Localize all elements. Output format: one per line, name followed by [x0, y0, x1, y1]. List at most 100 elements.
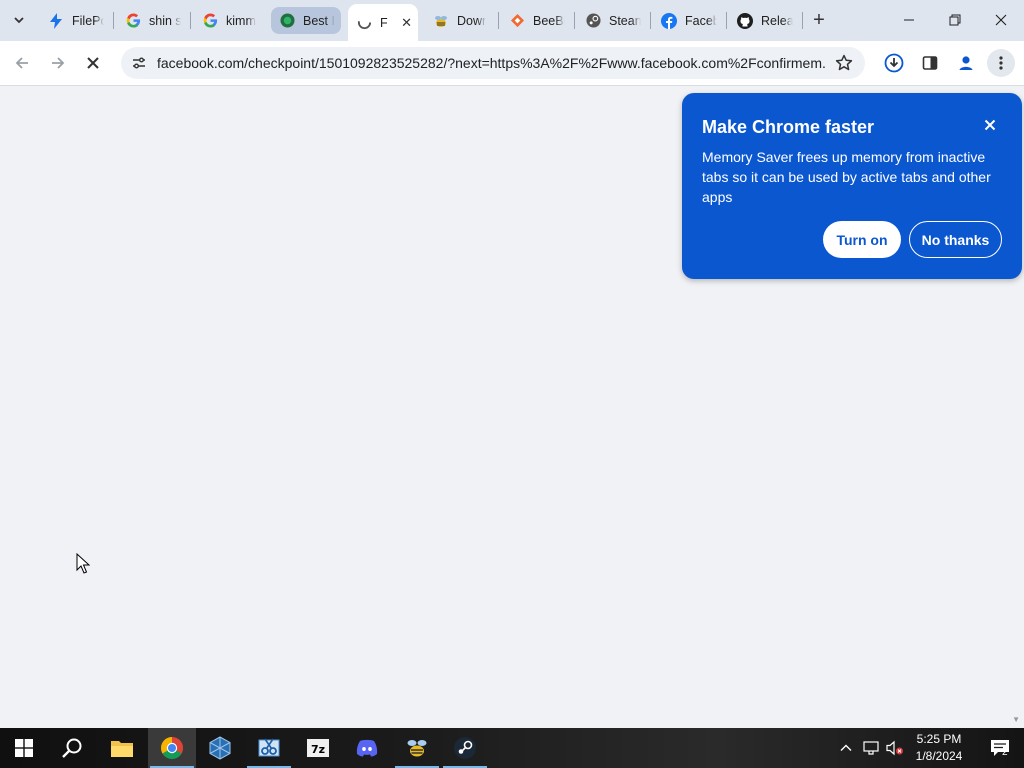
notification-count-badge: 2 — [1002, 747, 1008, 758]
github-icon — [737, 12, 753, 29]
close-icon — [87, 57, 99, 69]
taskbar-clock[interactable]: 5:25 PM 1/8/2024 — [906, 731, 972, 765]
star-icon — [835, 54, 853, 71]
avatar-icon — [959, 56, 973, 70]
taskbar-bee-app[interactable] — [393, 728, 441, 768]
taskbar-search-button[interactable] — [48, 728, 96, 768]
tab-filepond[interactable]: FilePo — [40, 6, 110, 35]
address-bar[interactable]: facebook.com/checkpoint/1501092823525282… — [121, 47, 865, 79]
virtualbox-icon — [209, 736, 231, 760]
tab-separator — [498, 12, 499, 29]
taskbar-file-explorer[interactable] — [98, 728, 146, 768]
tab-title: BeeBi — [533, 13, 565, 28]
taskbar: 7z 5:25 PM 1/8/2024 2 — [0, 728, 1024, 768]
no-thanks-button[interactable]: No thanks — [909, 221, 1002, 258]
menu-button[interactable] — [987, 49, 1015, 77]
folder-icon — [111, 741, 133, 757]
side-panel-icon — [922, 56, 938, 70]
restore-icon — [949, 14, 961, 26]
tab-search-button[interactable] — [8, 9, 30, 31]
taskbar-steam[interactable] — [441, 728, 489, 768]
tab-separator — [650, 12, 651, 29]
loading-icon — [356, 15, 372, 31]
tab-title: FilePo — [72, 13, 104, 28]
arrow-right-icon — [52, 57, 65, 69]
side-panel-button[interactable] — [916, 49, 944, 77]
tab-best[interactable]: Best I — [271, 7, 341, 34]
url-text[interactable]: facebook.com/checkpoint/1501092823525282… — [157, 55, 827, 71]
tune-icon — [133, 57, 145, 69]
clock-time: 5:25 PM — [916, 732, 962, 746]
downloads-button[interactable] — [880, 49, 908, 77]
taskbar-chrome[interactable] — [148, 728, 196, 768]
clock-date: 1/8/2024 — [915, 749, 963, 763]
best-icon — [279, 13, 295, 29]
tab-download[interactable]: Dowr — [425, 6, 495, 35]
tab-separator — [726, 12, 727, 29]
steam-icon — [585, 13, 601, 29]
close-icon — [984, 119, 996, 131]
close-window-button[interactable] — [978, 0, 1024, 40]
chevron-up-icon — [840, 744, 852, 751]
new-tab-button[interactable]: + — [808, 9, 830, 31]
chrome-icon — [161, 737, 183, 759]
tab-facebook[interactable]: Faceb — [653, 6, 723, 35]
taskbar-discord[interactable] — [343, 728, 391, 768]
tray-volume-button[interactable] — [884, 728, 906, 768]
tab-separator — [113, 12, 114, 29]
site-info-button[interactable] — [127, 51, 151, 75]
tab-separator — [802, 12, 803, 29]
tab-title: Relea — [761, 13, 793, 28]
scroll-down-icon[interactable]: ▼ — [1012, 715, 1020, 724]
taskbar-virtualbox[interactable] — [196, 728, 244, 768]
mouse-cursor-icon — [76, 553, 90, 574]
tab-github[interactable]: Relea — [729, 6, 799, 35]
7zip-icon: 7z — [307, 739, 329, 757]
chevron-down-icon — [14, 17, 24, 24]
tray-network-button[interactable] — [860, 728, 882, 768]
minimize-icon — [904, 19, 914, 21]
taskbar-snipping-tool[interactable] — [245, 728, 293, 768]
google-icon — [202, 13, 218, 29]
tab-title: shin s — [149, 13, 181, 28]
bee-icon — [433, 13, 449, 29]
tab-title: Dowr — [457, 13, 487, 28]
volume-muted-icon — [886, 740, 903, 756]
tray-overflow-button[interactable] — [836, 728, 856, 768]
tab-separator — [190, 12, 191, 29]
discord-icon — [356, 739, 378, 757]
browser-toolbar: facebook.com/checkpoint/1501092823525282… — [0, 41, 1024, 86]
taskbar-7zip[interactable]: 7z — [294, 728, 342, 768]
popup-close-button[interactable] — [978, 113, 1002, 137]
stop-loading-button[interactable] — [79, 49, 107, 77]
tab-title: Stean — [609, 13, 641, 28]
arrow-left-icon — [15, 57, 28, 69]
bookmark-button[interactable] — [833, 52, 855, 74]
tab-google-kimm[interactable]: kimm — [194, 6, 264, 35]
tab-google-shin[interactable]: shin s — [117, 6, 187, 35]
search-icon — [62, 738, 82, 758]
back-button[interactable] — [8, 49, 36, 77]
windows-icon — [15, 739, 33, 757]
turn-on-button[interactable]: Turn on — [823, 221, 901, 258]
steam-icon — [454, 737, 476, 759]
snipping-tool-icon — [258, 738, 280, 757]
restore-button[interactable] — [932, 0, 978, 40]
forward-button[interactable] — [44, 49, 72, 77]
tab-steam[interactable]: Stean — [577, 6, 647, 35]
tab-beebit[interactable]: BeeBi — [501, 6, 571, 35]
close-icon — [995, 14, 1007, 26]
tab-title: kimm — [226, 13, 256, 28]
minimize-button[interactable] — [886, 0, 932, 40]
notification-center-button[interactable]: 2 — [980, 728, 1020, 768]
start-button[interactable] — [0, 728, 48, 768]
close-tab-icon[interactable]: ✕ — [401, 15, 412, 31]
popup-body: Memory Saver frees up memory from inacti… — [702, 149, 991, 205]
download-icon — [884, 53, 904, 73]
tab-active-facebook[interactable]: F ✕ — [348, 4, 418, 41]
more-vert-icon — [999, 56, 1003, 70]
network-icon — [863, 741, 879, 755]
bee-icon — [407, 740, 427, 757]
profile-button[interactable] — [952, 49, 980, 77]
tab-title: Faceb — [685, 13, 717, 28]
